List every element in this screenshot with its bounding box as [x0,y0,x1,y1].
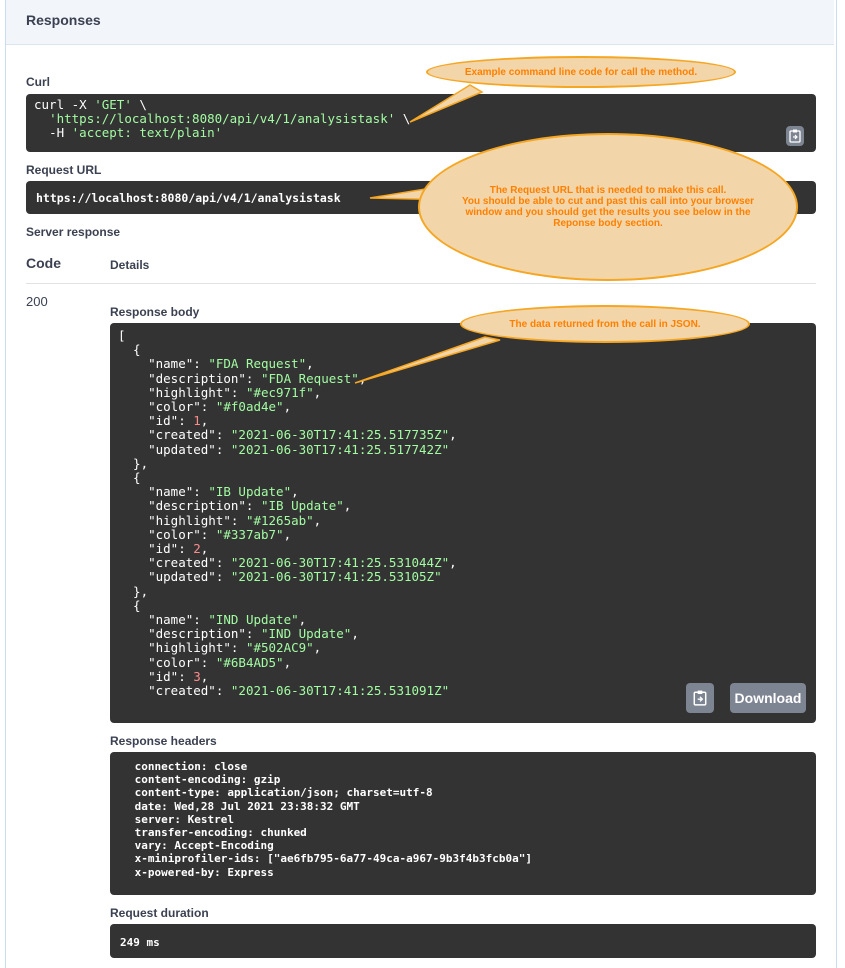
json-string: "#337ab7" [215,526,284,542]
response-code: 200 [26,294,48,309]
json-string: "#1265ab" [245,512,314,528]
json-number: 1 [193,413,201,429]
code-column-header: Code [26,255,61,271]
json-string: "IB Update" [208,484,292,500]
details-column-header: Details [110,258,150,272]
json-string: "#ec971f" [245,384,314,400]
divider [26,283,816,284]
response-body-label: Response body [110,305,200,319]
request-url-label: Request URL [26,163,102,177]
json-string: "2021-06-30T17:41:25.517742Z" [230,441,450,457]
json-string: "#502AC9" [245,640,314,656]
request-duration-value: 249 ms [120,936,160,949]
json-string: "IND Update" [208,612,299,628]
json-number: 2 [193,541,201,557]
response-body-json: [ { "name": "FDA Request", "description"… [118,328,457,699]
json-string: "#6B4AD5" [215,654,284,670]
download-button[interactable]: Download [730,683,806,713]
curl-label: Curl [26,75,50,89]
response-headers-text: connection: close content-encoding: gzip… [134,760,532,879]
json-string: "2021-06-30T17:41:25.531044Z" [230,555,450,571]
request-duration-block: 249 ms [110,924,816,958]
request-duration-label: Request duration [110,906,209,920]
response-headers-block[interactable]: connection: close content-encoding: gzip… [110,752,816,895]
request-url-value: https://localhost:8080/api/v4/1/analysis… [36,191,341,205]
response-body-block[interactable]: [ { "name": "FDA Request", "description"… [110,323,816,723]
copy-response-button[interactable] [686,683,714,713]
server-response-label: Server response [26,225,121,239]
response-headers-label: Response headers [110,734,217,748]
json-string: "IB Update" [261,498,344,514]
responses-title: Responses [26,12,101,28]
json-string: "FDA Request" [261,370,359,386]
curl-cont: \ [131,97,147,112]
json-string: "2021-06-30T17:41:25.53105Z" [230,569,442,585]
url-callout: The Request URL that is needed to make t… [418,133,798,281]
curl-flag: -H [49,125,72,140]
curl-callout: Example command line code for call the m… [426,56,736,88]
json-string: "2021-06-30T17:41:25.517735Z" [230,427,450,443]
curl-header: 'accept: text/plain' [71,125,223,140]
copy-to-clipboard-button[interactable] [786,126,804,146]
json-number: 3 [193,668,201,684]
responses-header: Responses [6,0,834,45]
curl-cmd: curl -X [34,97,95,112]
curl-cont: \ [395,111,411,126]
clipboard-icon [693,690,707,706]
json-callout: The data returned from the call in JSON. [460,305,750,343]
json-string: "IND Update" [261,626,352,642]
curl-method: 'GET' [94,97,132,112]
json-string: "FDA Request" [208,356,307,372]
json-string: "2021-06-30T17:41:25.531091Z" [230,683,450,699]
clipboard-icon [789,129,801,143]
curl-url: 'https://localhost:8080/api/v4/1/analysi… [49,111,396,126]
json-string: "#f0ad4e" [215,399,284,415]
